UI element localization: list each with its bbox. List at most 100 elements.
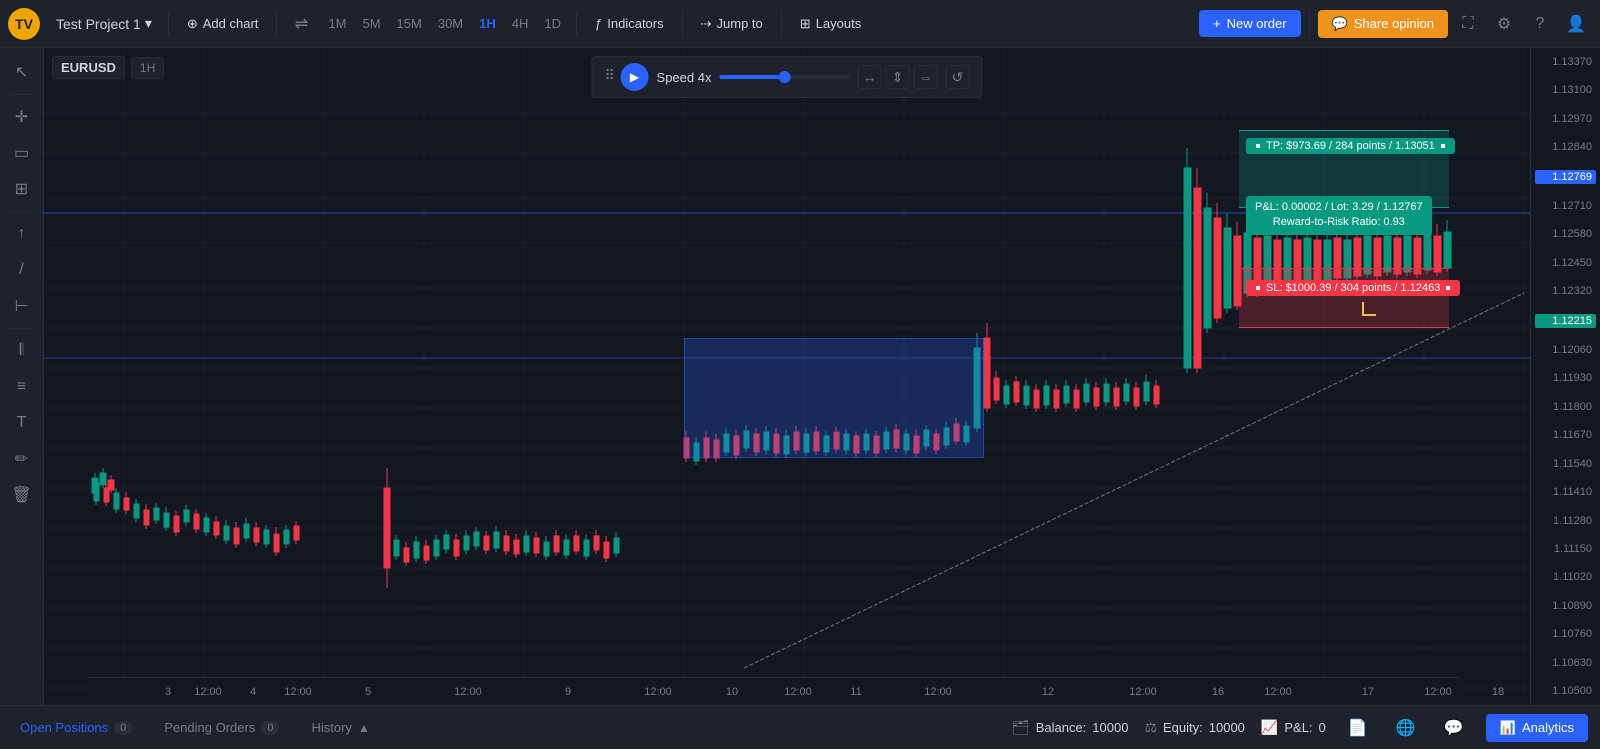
crosshair-tool[interactable]: ✛ (6, 101, 38, 133)
time-label-16: 16 (1212, 686, 1224, 698)
text-tool[interactable]: T (6, 407, 38, 439)
step-forward-button[interactable]: ⇕ (885, 65, 909, 89)
logo: TV (8, 8, 40, 40)
new-order-icon: + (1213, 16, 1221, 31)
layouts-button[interactable]: ⊞ Layouts (790, 11, 871, 37)
price-11150: 1.11150 (1535, 543, 1596, 555)
time-label-9: 9 (565, 686, 571, 698)
time-label-10-noon: 12:00 (784, 686, 812, 698)
fullscreen-button[interactable]: ⛶ (1452, 8, 1484, 40)
replay-thumb (778, 71, 790, 83)
open-positions-badge: 0 (114, 721, 132, 735)
divider-4 (682, 12, 683, 36)
price-11280: 1.11280 (1535, 515, 1596, 527)
price-axis: 1.13370 1.13100 1.12970 1.12840 1.12769 … (1530, 48, 1600, 705)
fibonacci-tool[interactable]: 𝄃 (6, 335, 38, 367)
chat-button[interactable]: 💬 (1438, 712, 1470, 744)
replay-controls: ↔ ⇕ ⇔ (857, 65, 937, 89)
replay-speed: Speed 4x (657, 70, 712, 85)
timeframe-group: 1M 5M 15M 30M 1H 4H 1D (321, 12, 568, 35)
time-label-17-noon: 12:00 (1424, 686, 1452, 698)
help-button[interactable]: ? (1524, 8, 1556, 40)
project-name-button[interactable]: Test Project 1 ▾ (48, 11, 160, 36)
arrow-up-tool[interactable]: ↑ (6, 218, 38, 250)
divider-2 (276, 12, 277, 36)
price-12710: 1.12710 (1535, 200, 1596, 212)
price-11540: 1.11540 (1535, 458, 1596, 470)
delete-tool[interactable]: 🗑 (6, 479, 38, 511)
chart-wrapper: EURUSD 1H ⠿ ▶ Speed 4x ↔ ⇕ ⇔ ↺ (44, 48, 1600, 705)
measure-tool[interactable]: ⊢ (6, 290, 38, 322)
time-label-5-noon: 12:00 (454, 686, 482, 698)
divider-5 (781, 12, 782, 36)
cursor-tool[interactable]: ↖ (6, 56, 38, 88)
tf-15m[interactable]: 15M (390, 12, 429, 35)
share-opinion-button[interactable]: 💬 Share opinion (1318, 10, 1448, 38)
drag-handle[interactable]: ⠿ (605, 67, 613, 87)
account-button[interactable]: 👤 (1560, 8, 1592, 40)
pnl-value: 0 (1319, 720, 1326, 735)
tf-1d[interactable]: 1D (537, 12, 568, 35)
share-icon: 💬 (1332, 16, 1348, 32)
tf-5m[interactable]: 5M (355, 12, 387, 35)
price-10760: 1.10760 (1535, 628, 1596, 640)
settings-button[interactable]: ⚙ (1488, 8, 1520, 40)
open-positions-tab[interactable]: Open Positions 0 (12, 716, 140, 739)
sidebar-divider-2 (10, 211, 34, 212)
replay-fill (719, 75, 784, 79)
cursor-indicator (1362, 302, 1376, 316)
sl-handle (1254, 284, 1262, 292)
add-chart-button[interactable]: ⊕ Add chart (177, 11, 269, 37)
time-label-11-noon: 12:00 (924, 686, 952, 698)
symbol-name: EURUSD (52, 56, 125, 79)
jump-to-button[interactable]: ⇢ Jump to (691, 11, 773, 37)
main-area: ↖ ✛ ▭ ⊞ ↑ / ⊢ 𝄃 ≡ T ✏ 🗑 EURUSD 1H ⠿ ▶ Sp… (0, 48, 1600, 705)
tp-label[interactable]: TP: $973.69 / 284 points / 1.13051 (1246, 138, 1455, 154)
price-11410: 1.11410 (1535, 486, 1596, 498)
trend-tool[interactable]: / (6, 254, 38, 286)
sl-region (1239, 268, 1449, 328)
magnet-tool[interactable]: ⊞ (6, 173, 38, 205)
toolbar: TV Test Project 1 ▾ ⊕ Add chart ⇌ 1M 5M … (0, 0, 1600, 48)
expand-button[interactable]: ⇔ (913, 65, 937, 89)
price-11020: 1.11020 (1535, 571, 1596, 583)
tf-1h[interactable]: 1H (472, 12, 503, 35)
channel-tool[interactable]: ≡ (6, 371, 38, 403)
replay-slider[interactable] (719, 75, 849, 79)
share-button[interactable]: 🌐 (1390, 712, 1422, 744)
play-button[interactable]: ▶ (621, 63, 649, 91)
compare-button[interactable]: ⇌ (285, 8, 317, 40)
export-button[interactable]: 📄 (1342, 712, 1374, 744)
replay-reset-button[interactable]: ↺ (945, 65, 969, 89)
equity-item: ⚖ Equity: 10000 (1144, 719, 1244, 736)
bottom-bar: Open Positions 0 Pending Orders 0 Histor… (0, 705, 1600, 749)
sl-label[interactable]: SL: $1000.39 / 304 points / 1.12463 (1246, 280, 1460, 296)
balance-label: Balance: (1036, 720, 1087, 735)
timeframe-tag: 1H (131, 57, 164, 79)
analytics-button[interactable]: 📊 Analytics (1486, 714, 1588, 742)
price-10890: 1.10890 (1535, 600, 1596, 612)
tf-30m[interactable]: 30M (431, 12, 470, 35)
tp-handle (1254, 142, 1262, 150)
pending-orders-badge: 0 (261, 721, 279, 735)
price-12580: 1.12580 (1535, 228, 1596, 240)
analytics-icon: 📊 (1500, 720, 1516, 736)
price-12060: 1.12060 (1535, 344, 1596, 356)
tf-4h[interactable]: 4H (505, 12, 536, 35)
pending-orders-label: Pending Orders (164, 720, 255, 735)
equity-label: Equity: (1163, 720, 1203, 735)
indicators-button[interactable]: ƒ Indicators (585, 11, 674, 36)
pnl-label: P&L: (1284, 720, 1312, 735)
blue-rectangle (684, 338, 984, 458)
brush-tool[interactable]: ✏ (6, 443, 38, 475)
step-back-button[interactable]: ↔ (857, 65, 881, 89)
pending-orders-tab[interactable]: Pending Orders 0 (156, 716, 287, 739)
time-label-16-noon: 12:00 (1264, 686, 1292, 698)
history-tab[interactable]: History ▲ (303, 716, 377, 739)
chart-area[interactable]: EURUSD 1H ⠿ ▶ Speed 4x ↔ ⇕ ⇔ ↺ (44, 48, 1530, 705)
new-order-button[interactable]: + New order (1199, 10, 1301, 37)
rectangle-tool[interactable]: ▭ (6, 137, 38, 169)
price-12215-highlighted: 1.12215 (1535, 314, 1596, 328)
tf-1m[interactable]: 1M (321, 12, 353, 35)
pnl-label[interactable]: P&L: 0.00002 / Lot: 3.29 / 1.12767 Rewar… (1246, 196, 1432, 235)
